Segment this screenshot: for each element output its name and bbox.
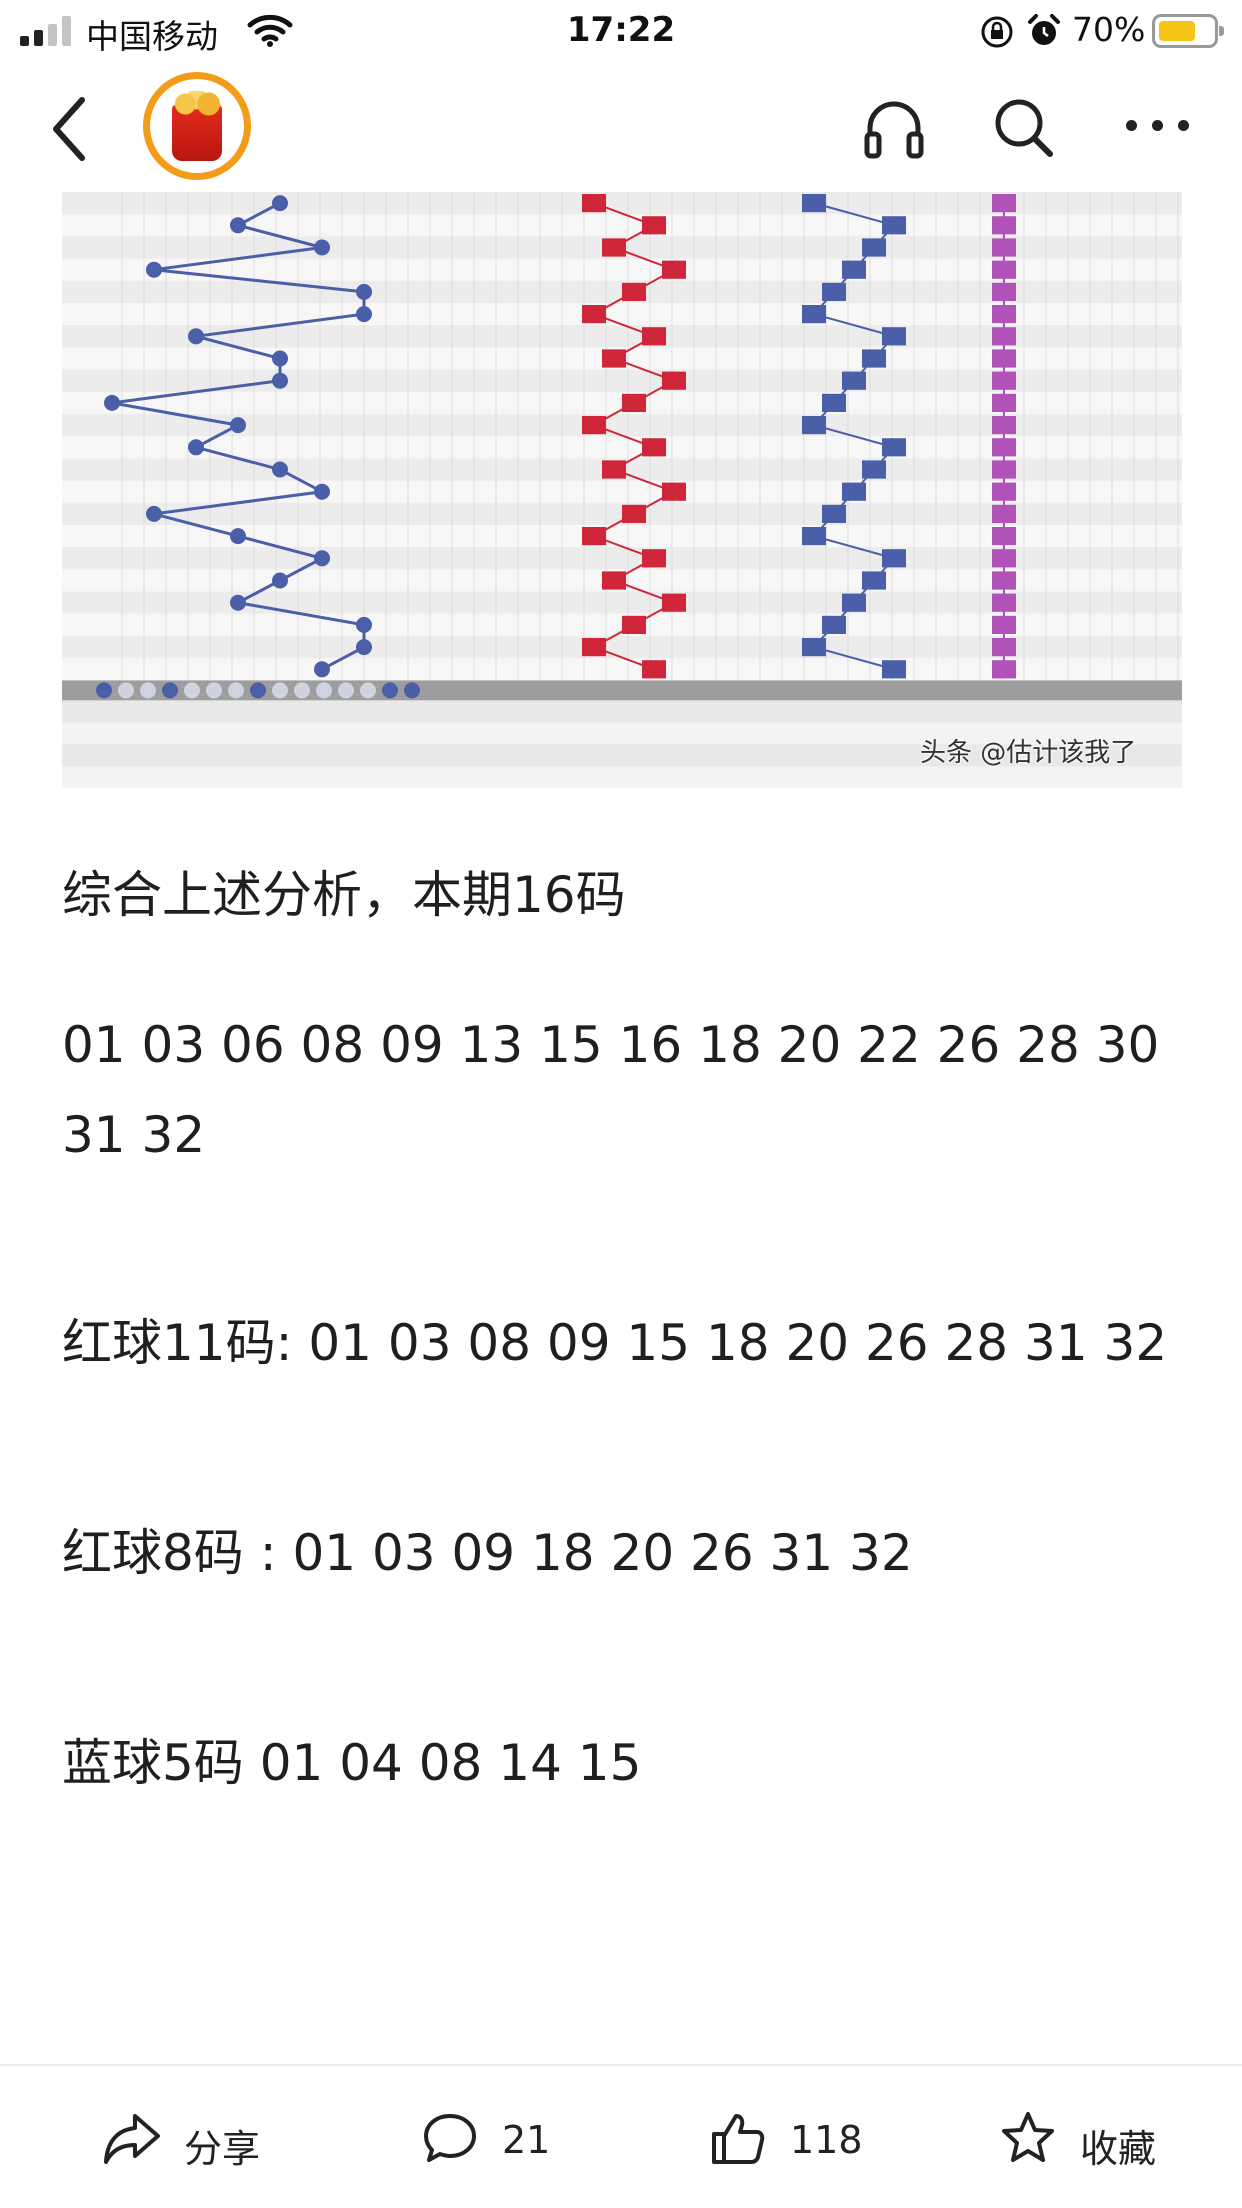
comment-button[interactable]: 21	[422, 2110, 562, 2166]
share-label: 分享	[184, 2127, 261, 2171]
alarm-icon	[1028, 14, 1060, 45]
comment-count: 21	[502, 2118, 551, 2162]
search-icon[interactable]	[992, 96, 1056, 160]
like-count: 118	[790, 2118, 863, 2162]
status-bar: 中国移动 17:22 70%	[0, 0, 1242, 62]
article-paragraph-summary: 综合上述分析，本期16码	[62, 866, 626, 924]
battery-icon	[1152, 14, 1224, 48]
share-icon	[104, 2114, 160, 2164]
lottery-trend-chart-image: 头条 @估计该我了	[62, 192, 1182, 788]
like-button[interactable]: 118	[710, 2110, 870, 2166]
headphones-icon[interactable]	[862, 96, 926, 160]
battery-percent: 70%	[1072, 10, 1146, 49]
battery-level	[1159, 21, 1195, 41]
rotation-lock-icon	[981, 16, 1013, 48]
article-paragraph-red-11: 红球11码: 01 03 08 09 15 18 20 26 28 31 32	[62, 1314, 1168, 1372]
back-icon[interactable]	[46, 94, 96, 164]
bottom-action-bar: 分享 21 118 收藏	[0, 2066, 1242, 2208]
share-button[interactable]: 分享	[102, 2110, 272, 2171]
favorite-label: 收藏	[1080, 2127, 1157, 2171]
comment-icon	[424, 2114, 476, 2162]
image-watermark: 头条 @估计该我了	[920, 738, 1137, 768]
article-paragraph-red-8: 红球8码 : 01 03 09 18 20 26 31 32	[62, 1524, 913, 1582]
star-icon	[1002, 2112, 1054, 2162]
trend-chart-graphic	[62, 192, 1182, 788]
favorite-button[interactable]: 收藏	[1000, 2110, 1170, 2171]
article-paragraph-16-numbers: 01 03 06 08 09 13 15 16 18 20 22 26 28 3…	[62, 1016, 1160, 1164]
article-paragraph-blue-5: 蓝球5码 01 04 08 14 15	[62, 1734, 642, 1792]
more-icon[interactable]	[1126, 118, 1190, 134]
avatar[interactable]	[143, 72, 251, 180]
nav-bar	[0, 62, 1242, 188]
thumbs-up-icon	[712, 2114, 765, 2164]
